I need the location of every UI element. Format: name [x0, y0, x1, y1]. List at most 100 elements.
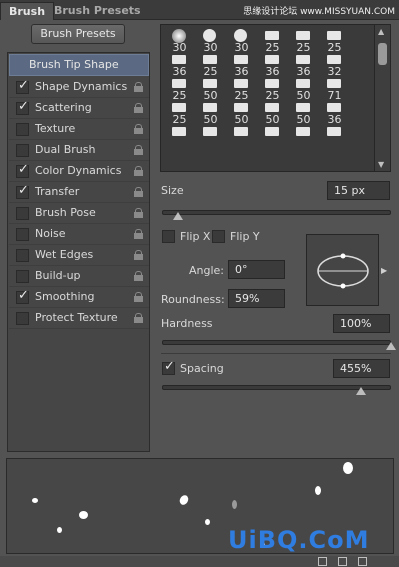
option-checkbox[interactable]: ✓ [16, 184, 29, 199]
lock-icon[interactable] [134, 187, 143, 197]
option-checkbox[interactable]: ✓ [16, 163, 29, 178]
brush-tip-cell[interactable]: 25 [164, 100, 195, 126]
toggle-preview-icon[interactable] [318, 557, 327, 566]
spacing-checkbox[interactable]: ✓ [162, 360, 175, 375]
brush-tip-cell[interactable] [195, 124, 226, 148]
brush-tip-cell[interactable]: 25 [195, 52, 226, 78]
brush-option-row[interactable]: Noise [9, 224, 149, 245]
brush-option-row[interactable]: ✓ Shape Dynamics [9, 77, 149, 98]
hardness-slider-track[interactable] [162, 340, 391, 345]
option-checkbox[interactable]: ✓ [16, 288, 29, 304]
brush-tip-cell[interactable]: 25 [319, 28, 350, 54]
roundness-field[interactable]: 59% [228, 289, 285, 308]
brush-tip-cell[interactable]: 50 [288, 100, 319, 126]
brush-tip-cell[interactable]: 36 [164, 52, 195, 78]
size-field[interactable]: 15 px [327, 181, 390, 200]
brush-tip-cell[interactable]: 36 [257, 52, 288, 78]
brush-option-row[interactable]: Wet Edges [9, 245, 149, 266]
lock-icon[interactable] [134, 208, 143, 218]
brush-tip-cell[interactable]: 30 [164, 28, 195, 54]
brush-option-row[interactable]: Dual Brush [9, 140, 149, 161]
checkmark-icon: ✓ [18, 288, 29, 303]
lock-icon[interactable] [134, 229, 143, 239]
flip-y-checkbox[interactable] [212, 230, 225, 243]
brush-ellipse-icon[interactable] [307, 235, 380, 307]
scroll-thumb[interactable] [378, 43, 387, 65]
spacing-slider-thumb[interactable] [356, 387, 367, 395]
brush-tip-cell[interactable]: 36 [226, 52, 257, 78]
size-slider-thumb[interactable] [173, 212, 184, 220]
lock-icon[interactable] [134, 82, 143, 92]
delete-brush-icon[interactable] [358, 557, 367, 566]
tab-brush-presets[interactable]: Brush Presets [46, 2, 149, 20]
brush-tip-cell[interactable]: 32 [319, 52, 350, 78]
brush-option-row[interactable]: Texture [9, 119, 149, 140]
brush-tip-cell[interactable]: 50 [195, 100, 226, 126]
spacing-field[interactable]: 455% [333, 359, 390, 378]
brush-option-row[interactable]: Brush Pose [9, 203, 149, 224]
lock-icon[interactable] [134, 313, 143, 323]
lock-icon[interactable] [134, 250, 143, 260]
hardness-slider-thumb[interactable] [386, 342, 396, 350]
new-brush-icon[interactable] [338, 557, 347, 566]
brush-tip-cell[interactable]: 25 [164, 76, 195, 102]
brush-option-row[interactable]: ✓ Color Dynamics [9, 161, 149, 182]
brush-tip-cell[interactable]: 30 [226, 28, 257, 54]
brush-option-row[interactable]: ✓ Scattering [9, 98, 149, 119]
brush-tip-icon [172, 55, 186, 64]
brush-tip-cell[interactable] [288, 124, 319, 148]
brush-presets-button[interactable]: Brush Presets [31, 24, 125, 44]
lock-icon[interactable] [134, 124, 143, 134]
size-slider-track[interactable] [162, 210, 391, 215]
brush-tip-cell[interactable]: 25 [257, 76, 288, 102]
brush-option-row[interactable]: Protect Texture [9, 308, 149, 329]
brush-tip-cell[interactable] [226, 124, 257, 148]
brush-tip-cell[interactable] [319, 124, 350, 148]
hardness-field[interactable]: 100% [333, 314, 390, 333]
flip-x-label: Flip X [180, 230, 211, 243]
brush-tip-cell[interactable]: 50 [226, 100, 257, 126]
option-checkbox[interactable] [16, 312, 29, 325]
brush-tip-cell[interactable]: 50 [288, 76, 319, 102]
brush-option-row[interactable]: ✓ Smoothing [9, 287, 149, 308]
brush-tip-icon [327, 127, 341, 136]
lock-icon[interactable] [134, 292, 143, 302]
option-checkbox[interactable] [16, 270, 29, 283]
brush-option-row[interactable]: Build-up [9, 266, 149, 287]
option-checkbox[interactable]: ✓ [16, 100, 29, 115]
brush-tip-cell[interactable]: 50 [195, 76, 226, 102]
brush-tip-icon [296, 127, 310, 136]
brush-tip-cell[interactable] [257, 124, 288, 148]
option-checkbox[interactable] [16, 123, 29, 136]
lock-icon[interactable] [134, 166, 143, 176]
scroll-down-icon[interactable]: ▼ [378, 160, 384, 169]
preview-dab [232, 500, 237, 509]
brush-option-row[interactable]: ✓ Transfer [9, 182, 149, 203]
brush-tip-cell[interactable]: 25 [257, 28, 288, 54]
option-checkbox[interactable]: ✓ [16, 79, 29, 94]
brush-tip-cell[interactable]: 36 [288, 52, 319, 78]
option-checkbox[interactable] [16, 228, 29, 241]
option-label: Wet Edges [35, 248, 94, 261]
lock-icon[interactable] [134, 103, 143, 113]
brush-tip-cell[interactable]: 25 [226, 76, 257, 102]
flip-x-checkbox[interactable] [162, 230, 175, 243]
option-checkbox[interactable] [16, 207, 29, 220]
brush-tip-cell[interactable]: 25 [288, 28, 319, 54]
brush-tip-cell[interactable]: 30 [195, 28, 226, 54]
brush-tip-cell[interactable]: 71 [319, 76, 350, 102]
lock-icon[interactable] [134, 271, 143, 281]
angle-field[interactable]: 0° [228, 260, 285, 279]
brush-tip-cell[interactable]: 36 [319, 100, 350, 126]
option-checkbox[interactable] [16, 249, 29, 262]
brush-tip-shape-item[interactable]: Brush Tip Shape [9, 54, 149, 76]
angle-handle-arrow-icon[interactable]: ▶ [381, 266, 387, 275]
scroll-up-icon[interactable]: ▲ [378, 27, 384, 36]
grid-scrollbar[interactable]: ▲ ▼ [375, 24, 391, 172]
option-checkbox[interactable] [16, 144, 29, 157]
brush-tip-cell[interactable]: 50 [257, 100, 288, 126]
angle-roundness-preview[interactable] [306, 234, 379, 306]
brush-tip-grid[interactable]: 30 30 30 25 25 25 36 25 36 36 36 32 25 50 25 25 50 71 25 50… [160, 24, 375, 172]
lock-icon[interactable] [134, 145, 143, 155]
brush-tip-cell[interactable] [164, 124, 195, 148]
